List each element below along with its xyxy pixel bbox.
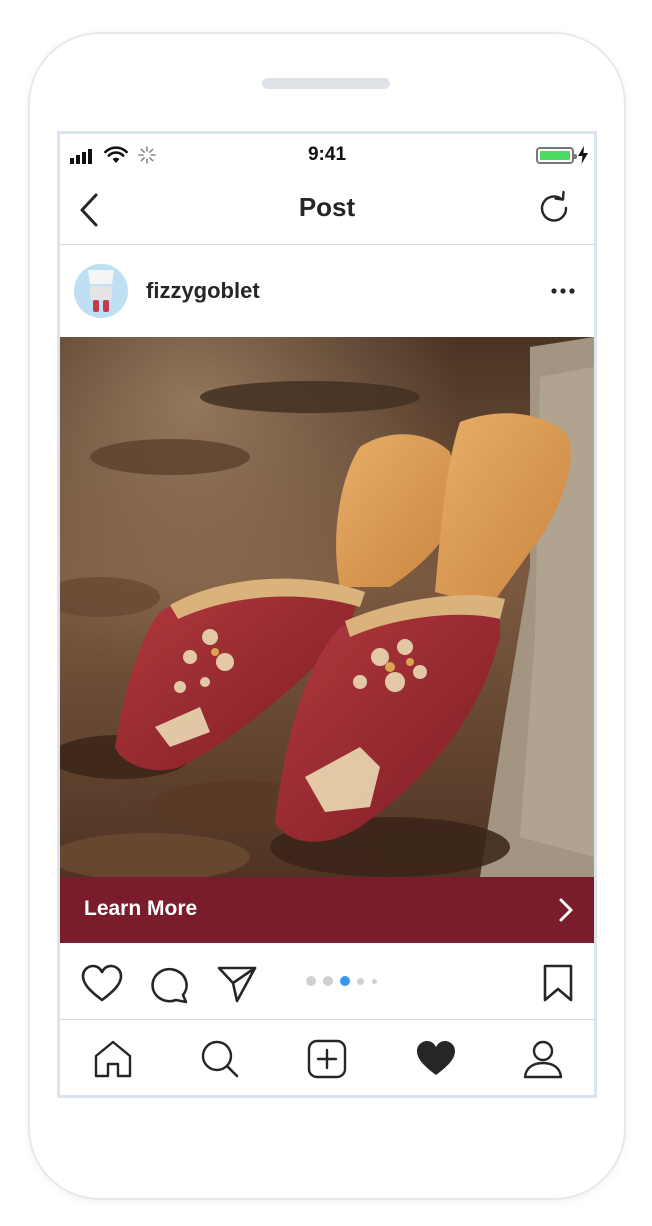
- carousel-dot: [323, 976, 333, 986]
- avatar[interactable]: [74, 264, 128, 318]
- post-image[interactable]: [60, 337, 594, 877]
- share-send-icon[interactable]: [216, 963, 258, 1005]
- chevron-right-icon: [559, 898, 573, 922]
- carousel-dot: [340, 976, 350, 986]
- post-username[interactable]: fizzygoblet: [146, 278, 260, 304]
- tab-bar: [60, 1020, 594, 1095]
- battery-icon: [536, 147, 577, 164]
- page-title: Post: [298, 192, 356, 222]
- home-icon[interactable]: [92, 1038, 134, 1080]
- save-bookmark-icon[interactable]: [542, 963, 574, 1003]
- new-post-icon[interactable]: [306, 1038, 348, 1080]
- learn-more-label: Learn More: [84, 897, 198, 920]
- learn-more-button[interactable]: Learn More: [60, 877, 594, 943]
- slippers-photo: [60, 337, 594, 877]
- status-bar: 9:41: [60, 134, 594, 178]
- search-icon[interactable]: [199, 1038, 241, 1080]
- profile-icon[interactable]: [522, 1038, 564, 1080]
- more-options-icon[interactable]: [550, 278, 576, 304]
- carousel-dot: [372, 978, 377, 984]
- status-time: 9:41: [307, 144, 347, 165]
- nav-bar: Post: [60, 178, 594, 245]
- charging-bolt-icon: [578, 146, 588, 164]
- comment-bubble-icon[interactable]: [148, 963, 190, 1005]
- post-actions: [60, 943, 594, 1020]
- activity-heart-icon[interactable]: [415, 1038, 457, 1080]
- like-heart-icon[interactable]: [80, 963, 124, 1003]
- carousel-dot: [306, 976, 316, 986]
- avatar-image: [74, 264, 128, 318]
- post-header: fizzygoblet: [60, 245, 594, 337]
- carousel-dot: [357, 977, 364, 985]
- phone-screen: 9:41 Post fizzygoblet Learn More: [57, 131, 597, 1098]
- phone-speaker: [262, 78, 390, 89]
- refresh-icon[interactable]: [536, 190, 572, 226]
